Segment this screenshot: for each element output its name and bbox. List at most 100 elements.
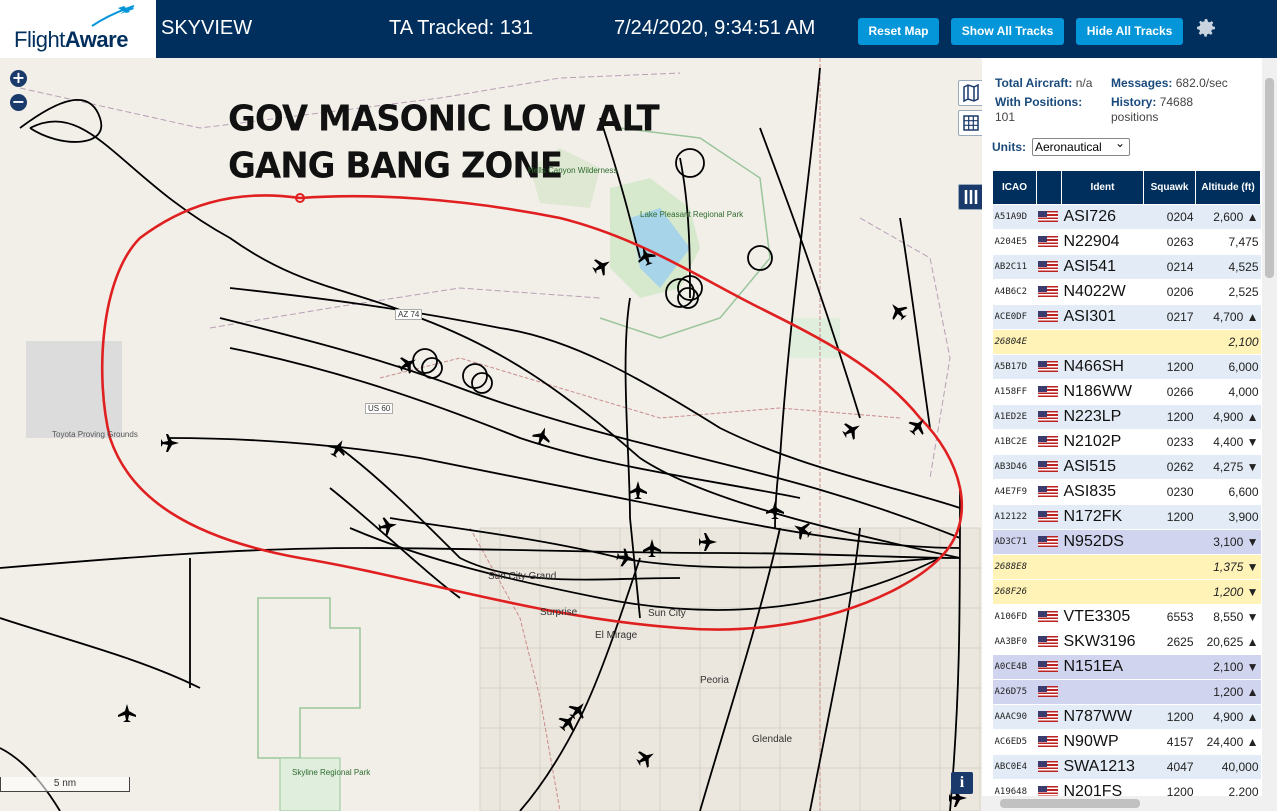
cell-icao: A12122 — [992, 504, 1037, 530]
cell-altitude: 20,625 ▲ — [1195, 629, 1261, 655]
cell-ident: ASI541 — [1061, 254, 1144, 280]
cell-flag — [1036, 204, 1062, 230]
place-sun-city: Sun City — [648, 608, 686, 619]
cell-icao: AB2C11 — [992, 254, 1037, 280]
cell-flag — [1036, 729, 1062, 755]
table-row[interactable]: A4B6C2 N4022W 0206 2,525 — [992, 279, 1261, 305]
columns-icon — [964, 190, 978, 204]
place-el-mirage: El Mirage — [595, 630, 638, 641]
cell-icao: A5B17D — [992, 354, 1037, 380]
cell-icao: A26D75 — [992, 679, 1037, 705]
place-skyline-park: Skyline Regional Park — [292, 768, 371, 777]
cell-icao: A4E7F9 — [992, 479, 1037, 505]
table-row[interactable]: A26D75 1,200 ▲ — [992, 679, 1261, 705]
us-flag-icon — [1037, 736, 1058, 748]
cell-altitude: 2,600 ▲ — [1195, 204, 1261, 230]
scrollbar-thumb[interactable] — [1265, 78, 1274, 278]
table-row[interactable]: A0CE4B N151EA 2,100 ▼ — [992, 654, 1261, 680]
cell-icao: A51A9D — [992, 204, 1037, 230]
cell-altitude: 6,600 — [1195, 479, 1261, 505]
cell-squawk: 0266 — [1143, 379, 1196, 405]
us-flag-icon — [1037, 286, 1058, 298]
cell-flag — [1036, 404, 1062, 430]
scrollbar-thumb[interactable] — [1000, 799, 1140, 808]
cell-squawk: 0230 — [1143, 479, 1196, 505]
cell-flag — [1036, 254, 1062, 280]
cell-altitude: 1,200 ▲ — [1195, 679, 1261, 705]
grid-icon — [963, 115, 979, 131]
place-toyota-proving-grounds: Toyota Proving Grounds — [52, 430, 138, 439]
table-row[interactable]: A106FD VTE3305 6553 8,550 ▼ — [992, 604, 1261, 630]
cell-ident — [1061, 679, 1144, 705]
table-row[interactable]: A51A9D ASI726 0204 2,600 ▲ — [992, 204, 1261, 230]
cell-flag — [1036, 529, 1062, 555]
us-flag-icon — [1037, 311, 1058, 323]
column-altitude[interactable]: Altitude (ft) — [1195, 170, 1261, 205]
units-select[interactable]: Aeronautical — [1032, 135, 1130, 156]
map-canvas[interactable]: + − GOV MASONIC LOW ALT GANG BANG ZONE T… — [0, 58, 982, 811]
table-row[interactable]: A4E7F9 ASI835 0230 6,600 — [992, 479, 1261, 505]
park-outline-west — [257, 597, 361, 759]
place-glendale: Glendale — [752, 734, 793, 745]
table-row[interactable]: AB2C11 ASI541 0214 4,525 — [992, 254, 1261, 280]
map-layers-button[interactable] — [958, 80, 982, 106]
hide-all-tracks-button[interactable]: Hide All Tracks — [1076, 18, 1183, 45]
cell-flag — [1036, 704, 1062, 730]
table-row[interactable]: 26804E 2,100 — [992, 329, 1261, 355]
table-row[interactable]: AD3C71 N952DS 3,100 ▼ — [992, 529, 1261, 555]
cell-squawk: 0233 — [1143, 429, 1196, 455]
aircraft-icon — [629, 481, 647, 499]
table-row[interactable]: AB3D46 ASI515 0262 4,275 ▼ — [992, 454, 1261, 480]
cell-altitude: 6,000 — [1195, 354, 1261, 380]
column-ident[interactable]: Ident — [1061, 170, 1144, 205]
panel-horizontal-scrollbar[interactable] — [982, 796, 1262, 811]
table-row[interactable]: 2688E8 1,375 ▼ — [992, 554, 1261, 580]
table-row[interactable]: AC6ED5 N90WP 4157 24,400 ▲ — [992, 729, 1261, 755]
table-row[interactable]: A12122 N172FK 1200 3,900 — [992, 504, 1261, 530]
cell-altitude: 4,525 — [1195, 254, 1261, 280]
cell-flag — [1036, 429, 1062, 455]
cell-altitude: 7,475 — [1195, 229, 1261, 255]
cell-altitude: 4,400 ▼ — [1195, 429, 1261, 455]
cell-ident: N952DS — [1061, 529, 1144, 555]
column-squawk[interactable]: Squawk — [1143, 170, 1196, 205]
map-icon — [963, 83, 979, 103]
cell-ident: N186WW — [1061, 379, 1144, 405]
show-all-tracks-button[interactable]: Show All Tracks — [951, 18, 1064, 45]
table-row[interactable]: ACE0DF ASI301 0217 4,700 ▲ — [992, 304, 1261, 330]
table-row[interactable]: AA3BF0 SKW3196 2625 20,625 ▲ — [992, 629, 1261, 655]
zoom-out-button[interactable]: − — [10, 94, 27, 111]
flightaware-logo[interactable]: FlightAware — [0, 0, 156, 58]
column-flag[interactable] — [1036, 170, 1062, 205]
table-row[interactable]: 268F26 1,200 ▼ — [992, 579, 1261, 605]
zone-annotation: GOV MASONIC LOW ALT GANG BANG ZONE — [228, 96, 660, 191]
column-icao[interactable]: ICAO — [992, 170, 1037, 205]
cell-flag — [1036, 629, 1062, 655]
table-row[interactable]: A204E5 N22904 0263 7,475 — [992, 229, 1261, 255]
us-flag-icon — [1037, 386, 1058, 398]
table-row[interactable]: A1BC2E N2102P 0233 4,400 ▼ — [992, 429, 1261, 455]
panel-vertical-scrollbar[interactable] — [1262, 58, 1277, 811]
zoom-in-button[interactable]: + — [10, 70, 27, 87]
total-aircraft: Total Aircraft: n/a — [995, 76, 1093, 90]
table-row[interactable]: ABC0E4 SWA1213 4047 40,000 — [992, 754, 1261, 780]
us-flag-icon — [1037, 461, 1058, 473]
units-label: Units: — [992, 140, 1026, 154]
table-row[interactable]: A1ED2E N223LP 1200 4,900 ▲ — [992, 404, 1261, 430]
table-row[interactable]: A5B17D N466SH 1200 6,000 — [992, 354, 1261, 380]
cell-ident: N466SH — [1061, 354, 1144, 380]
grid-toggle-button[interactable] — [958, 110, 982, 136]
cell-ident: ASI301 — [1061, 304, 1144, 330]
us-flag-icon — [1037, 411, 1058, 423]
us-flag-icon — [1037, 611, 1058, 623]
table-row[interactable]: A158FF N186WW 0266 4,000 — [992, 379, 1261, 405]
cell-icao: AC6ED5 — [992, 729, 1037, 755]
table-row[interactable]: AAAC90 N787WW 1200 4,900 ▲ — [992, 704, 1261, 730]
reset-map-button[interactable]: Reset Map — [858, 18, 939, 45]
us-flag-icon — [1037, 211, 1058, 223]
gear-icon[interactable] — [1194, 16, 1218, 40]
info-button[interactable]: i — [951, 772, 973, 794]
cell-altitude: 40,000 — [1195, 754, 1261, 780]
sidebar-toggle-button[interactable] — [958, 184, 982, 210]
cell-icao: 26804E — [992, 329, 1037, 355]
